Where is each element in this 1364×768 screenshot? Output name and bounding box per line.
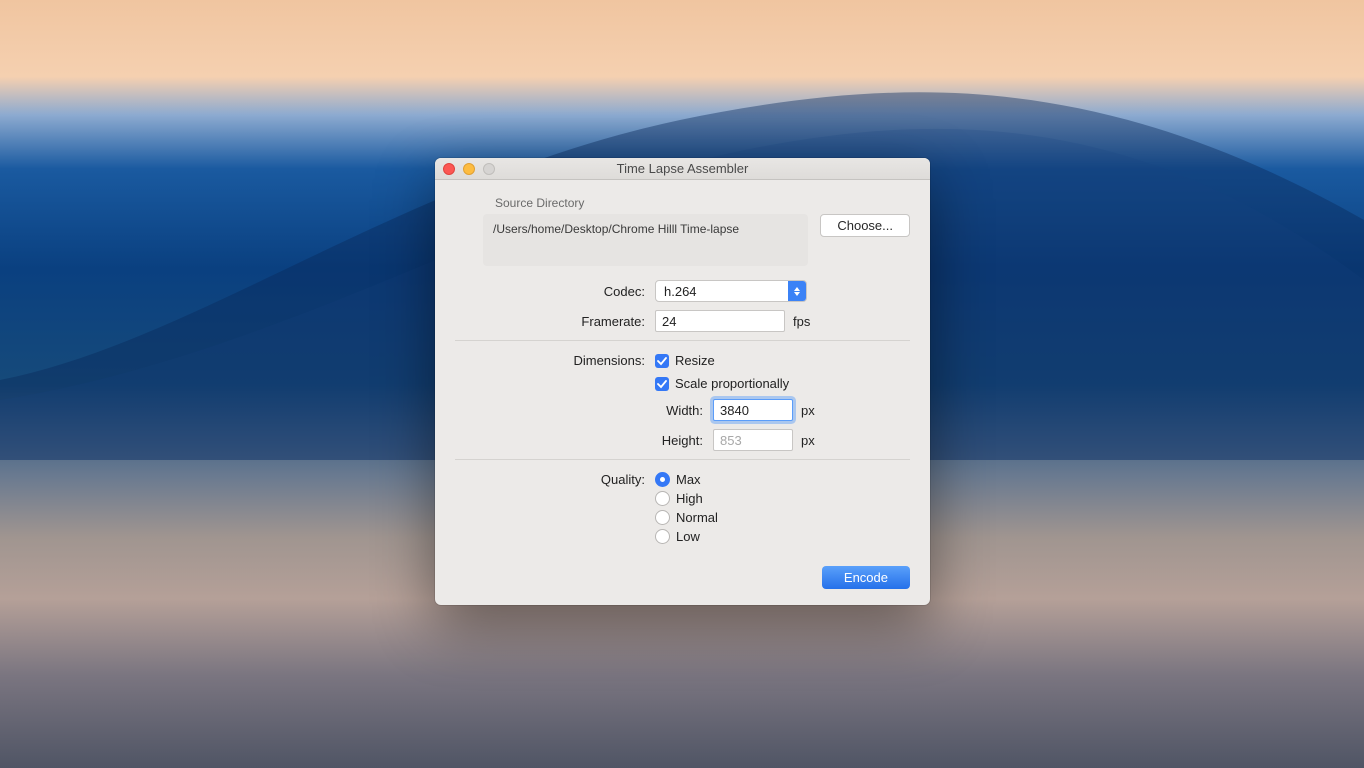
quality-label: Quality: [455,472,655,487]
height-label: Height: [455,433,713,448]
encode-button[interactable]: Encode [822,566,910,589]
framerate-label: Framerate: [455,314,655,329]
window-close-button[interactable] [443,163,455,175]
traffic-lights [443,163,495,175]
quality-low-label: Low [676,529,700,544]
quality-high-label: High [676,491,703,506]
chevron-up-down-icon [788,281,806,301]
radio-unchecked-icon [655,491,670,506]
dialog-window: Time Lapse Assembler Source Directory /U… [435,158,930,605]
window-minimize-button[interactable] [463,163,475,175]
codec-value: h.264 [656,284,788,299]
window-title: Time Lapse Assembler [443,161,922,176]
window-zoom-button [483,163,495,175]
divider [455,340,910,341]
titlebar[interactable]: Time Lapse Assembler [435,158,930,180]
quality-radio-high[interactable]: High [655,491,718,506]
quality-radio-max[interactable]: Max [655,472,718,487]
source-directory-label: Source Directory [495,196,910,210]
quality-radio-low[interactable]: Low [655,529,718,544]
quality-normal-label: Normal [676,510,718,525]
framerate-input[interactable] [655,310,785,332]
height-unit: px [801,433,815,448]
choose-button[interactable]: Choose... [820,214,910,237]
framerate-unit: fps [793,314,810,329]
quality-max-label: Max [676,472,701,487]
radio-unchecked-icon [655,510,670,525]
scale-proportionally-label: Scale proportionally [675,376,789,391]
codec-select[interactable]: h.264 [655,280,807,302]
quality-radio-normal[interactable]: Normal [655,510,718,525]
checkmark-icon [655,354,669,368]
width-unit: px [801,403,815,418]
divider [455,459,910,460]
radio-checked-icon [655,472,670,487]
codec-label: Codec: [455,284,655,299]
width-input[interactable] [713,399,793,421]
source-directory-display: /Users/home/Desktop/Chrome Hilll Time-la… [483,214,808,266]
quality-radio-group: Max High Normal Low [655,472,718,544]
checkmark-icon [655,377,669,391]
scale-proportionally-checkbox[interactable]: Scale proportionally [655,376,789,391]
height-input[interactable] [713,429,793,451]
dimensions-label: Dimensions: [455,353,655,368]
radio-unchecked-icon [655,529,670,544]
width-label: Width: [455,403,713,418]
resize-label: Resize [675,353,715,368]
resize-checkbox[interactable]: Resize [655,353,715,368]
